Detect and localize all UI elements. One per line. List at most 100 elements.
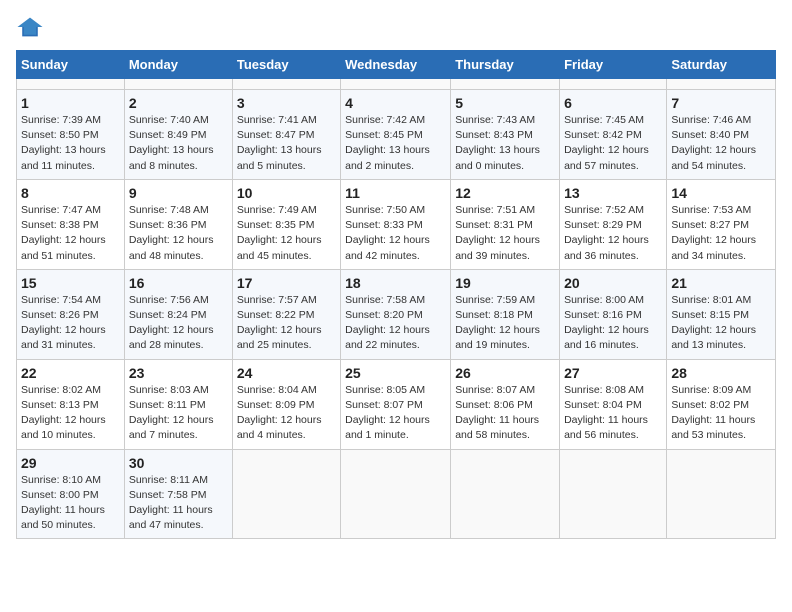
day-info: Sunrise: 7:47 AMSunset: 8:38 PMDaylight:… bbox=[21, 203, 120, 264]
day-cell: 4 Sunrise: 7:42 AMSunset: 8:45 PMDaylight… bbox=[341, 90, 451, 180]
day-cell: 5Sunrise: 7:43 AMSunset: 8:43 PMDaylight… bbox=[451, 90, 560, 180]
day-cell bbox=[667, 449, 776, 539]
day-info: Sunrise: 8:08 AMSunset: 8:04 PMDaylight:… bbox=[564, 383, 662, 444]
header-row: SundayMondayTuesdayWednesdayThursdayFrid… bbox=[17, 51, 776, 79]
day-number: 3 bbox=[237, 95, 336, 111]
day-cell: 9 Sunrise: 7:48 AMSunset: 8:36 PMDaylight… bbox=[124, 179, 232, 269]
day-number: 29 bbox=[21, 455, 120, 471]
day-number: 12 bbox=[455, 185, 555, 201]
week-row-3: 15Sunrise: 7:54 AMSunset: 8:26 PMDayligh… bbox=[17, 269, 776, 359]
day-info: Sunrise: 8:04 AMSunset: 8:09 PMDaylight:… bbox=[237, 383, 336, 444]
day-number: 14 bbox=[671, 185, 771, 201]
day-info: Sunrise: 7:56 AMSunset: 8:24 PMDaylight:… bbox=[129, 293, 228, 354]
day-number: 1 bbox=[21, 95, 120, 111]
day-info: Sunrise: 7:58 AMSunset: 8:20 PMDaylight:… bbox=[345, 293, 446, 354]
day-cell: 24 Sunrise: 8:04 AMSunset: 8:09 PMDayligh… bbox=[232, 359, 340, 449]
day-number: 16 bbox=[129, 275, 228, 291]
day-number: 23 bbox=[129, 365, 228, 381]
day-cell: 28Sunrise: 8:09 AMSunset: 8:02 PMDayligh… bbox=[667, 359, 776, 449]
day-cell bbox=[451, 449, 560, 539]
header bbox=[16, 16, 776, 38]
day-number: 11 bbox=[345, 185, 446, 201]
day-cell: 19 Sunrise: 7:59 AMSunset: 8:18 PMDayligh… bbox=[451, 269, 560, 359]
day-info: Sunrise: 7:43 AMSunset: 8:43 PMDaylight:… bbox=[455, 113, 555, 174]
day-cell: 10 Sunrise: 7:49 AMSunset: 8:35 PMDayligh… bbox=[232, 179, 340, 269]
day-cell: 2 Sunrise: 7:40 AMSunset: 8:49 PMDaylight… bbox=[124, 90, 232, 180]
day-info: Sunrise: 7:48 AMSunset: 8:36 PMDaylight:… bbox=[129, 203, 228, 264]
day-cell bbox=[667, 79, 776, 90]
day-cell: 27 Sunrise: 8:08 AMSunset: 8:04 PMDayligh… bbox=[560, 359, 667, 449]
day-number: 6 bbox=[564, 95, 662, 111]
header-cell-friday: Friday bbox=[560, 51, 667, 79]
day-cell bbox=[124, 79, 232, 90]
day-info: Sunrise: 7:52 AMSunset: 8:29 PMDaylight:… bbox=[564, 203, 662, 264]
day-number: 13 bbox=[564, 185, 662, 201]
day-cell: 13 Sunrise: 7:52 AMSunset: 8:29 PMDayligh… bbox=[560, 179, 667, 269]
day-info: Sunrise: 8:03 AMSunset: 8:11 PMDaylight:… bbox=[129, 383, 228, 444]
day-info: Sunrise: 8:05 AMSunset: 8:07 PMDaylight:… bbox=[345, 383, 446, 444]
day-info: Sunrise: 7:57 AMSunset: 8:22 PMDaylight:… bbox=[237, 293, 336, 354]
day-info: Sunrise: 8:01 AMSunset: 8:15 PMDaylight:… bbox=[671, 293, 771, 354]
day-number: 4 bbox=[345, 95, 446, 111]
day-number: 19 bbox=[455, 275, 555, 291]
day-info: Sunrise: 8:07 AMSunset: 8:06 PMDaylight:… bbox=[455, 383, 555, 444]
logo bbox=[16, 16, 48, 38]
day-number: 2 bbox=[129, 95, 228, 111]
day-number: 9 bbox=[129, 185, 228, 201]
day-info: Sunrise: 7:54 AMSunset: 8:26 PMDaylight:… bbox=[21, 293, 120, 354]
day-cell: 17 Sunrise: 7:57 AMSunset: 8:22 PMDayligh… bbox=[232, 269, 340, 359]
day-number: 26 bbox=[455, 365, 555, 381]
calendar-table: SundayMondayTuesdayWednesdayThursdayFrid… bbox=[16, 50, 776, 539]
week-row-5: 29Sunrise: 8:10 AMSunset: 8:00 PMDayligh… bbox=[17, 449, 776, 539]
day-number: 21 bbox=[671, 275, 771, 291]
day-number: 10 bbox=[237, 185, 336, 201]
week-row-4: 22Sunrise: 8:02 AMSunset: 8:13 PMDayligh… bbox=[17, 359, 776, 449]
day-number: 17 bbox=[237, 275, 336, 291]
day-info: Sunrise: 7:40 AMSunset: 8:49 PMDaylight:… bbox=[129, 113, 228, 174]
header-cell-saturday: Saturday bbox=[667, 51, 776, 79]
day-cell bbox=[451, 79, 560, 90]
day-info: Sunrise: 7:53 AMSunset: 8:27 PMDaylight:… bbox=[671, 203, 771, 264]
day-number: 28 bbox=[671, 365, 771, 381]
header-cell-tuesday: Tuesday bbox=[232, 51, 340, 79]
day-info: Sunrise: 7:49 AMSunset: 8:35 PMDaylight:… bbox=[237, 203, 336, 264]
day-cell bbox=[560, 79, 667, 90]
day-cell: 30 Sunrise: 8:11 AMSunset: 7:58 PMDayligh… bbox=[124, 449, 232, 539]
day-info: Sunrise: 7:51 AMSunset: 8:31 PMDaylight:… bbox=[455, 203, 555, 264]
day-cell: 25Sunrise: 8:05 AMSunset: 8:07 PMDayligh… bbox=[341, 359, 451, 449]
day-info: Sunrise: 7:39 AMSunset: 8:50 PMDaylight:… bbox=[21, 113, 120, 174]
day-cell bbox=[17, 79, 125, 90]
day-number: 30 bbox=[129, 455, 228, 471]
header-cell-wednesday: Wednesday bbox=[341, 51, 451, 79]
day-cell: 6Sunrise: 7:45 AMSunset: 8:42 PMDaylight… bbox=[560, 90, 667, 180]
day-number: 24 bbox=[237, 365, 336, 381]
day-number: 7 bbox=[671, 95, 771, 111]
day-cell bbox=[341, 79, 451, 90]
day-info: Sunrise: 7:41 AMSunset: 8:47 PMDaylight:… bbox=[237, 113, 336, 174]
day-cell: 29Sunrise: 8:10 AMSunset: 8:00 PMDayligh… bbox=[17, 449, 125, 539]
day-cell bbox=[232, 79, 340, 90]
day-cell: 23 Sunrise: 8:03 AMSunset: 8:11 PMDayligh… bbox=[124, 359, 232, 449]
header-cell-thursday: Thursday bbox=[451, 51, 560, 79]
week-row-0 bbox=[17, 79, 776, 90]
day-cell: 1 Sunrise: 7:39 AMSunset: 8:50 PMDaylight… bbox=[17, 90, 125, 180]
day-info: Sunrise: 7:46 AMSunset: 8:40 PMDaylight:… bbox=[671, 113, 771, 174]
day-cell: 15Sunrise: 7:54 AMSunset: 8:26 PMDayligh… bbox=[17, 269, 125, 359]
week-row-1: 1 Sunrise: 7:39 AMSunset: 8:50 PMDaylight… bbox=[17, 90, 776, 180]
day-cell: 26 Sunrise: 8:07 AMSunset: 8:06 PMDayligh… bbox=[451, 359, 560, 449]
day-info: Sunrise: 8:00 AMSunset: 8:16 PMDaylight:… bbox=[564, 293, 662, 354]
day-cell bbox=[341, 449, 451, 539]
day-info: Sunrise: 7:59 AMSunset: 8:18 PMDaylight:… bbox=[455, 293, 555, 354]
day-cell bbox=[560, 449, 667, 539]
day-info: Sunrise: 8:02 AMSunset: 8:13 PMDaylight:… bbox=[21, 383, 120, 444]
day-number: 27 bbox=[564, 365, 662, 381]
day-info: Sunrise: 7:42 AMSunset: 8:45 PMDaylight:… bbox=[345, 113, 446, 174]
day-cell: 7 Sunrise: 7:46 AMSunset: 8:40 PMDaylight… bbox=[667, 90, 776, 180]
header-cell-monday: Monday bbox=[124, 51, 232, 79]
day-cell: 11Sunrise: 7:50 AMSunset: 8:33 PMDayligh… bbox=[341, 179, 451, 269]
day-cell: 18Sunrise: 7:58 AMSunset: 8:20 PMDayligh… bbox=[341, 269, 451, 359]
day-cell: 21 Sunrise: 8:01 AMSunset: 8:15 PMDayligh… bbox=[667, 269, 776, 359]
day-info: Sunrise: 8:11 AMSunset: 7:58 PMDaylight:… bbox=[129, 473, 228, 534]
day-cell: 16 Sunrise: 7:56 AMSunset: 8:24 PMDayligh… bbox=[124, 269, 232, 359]
day-cell: 8Sunrise: 7:47 AMSunset: 8:38 PMDaylight… bbox=[17, 179, 125, 269]
